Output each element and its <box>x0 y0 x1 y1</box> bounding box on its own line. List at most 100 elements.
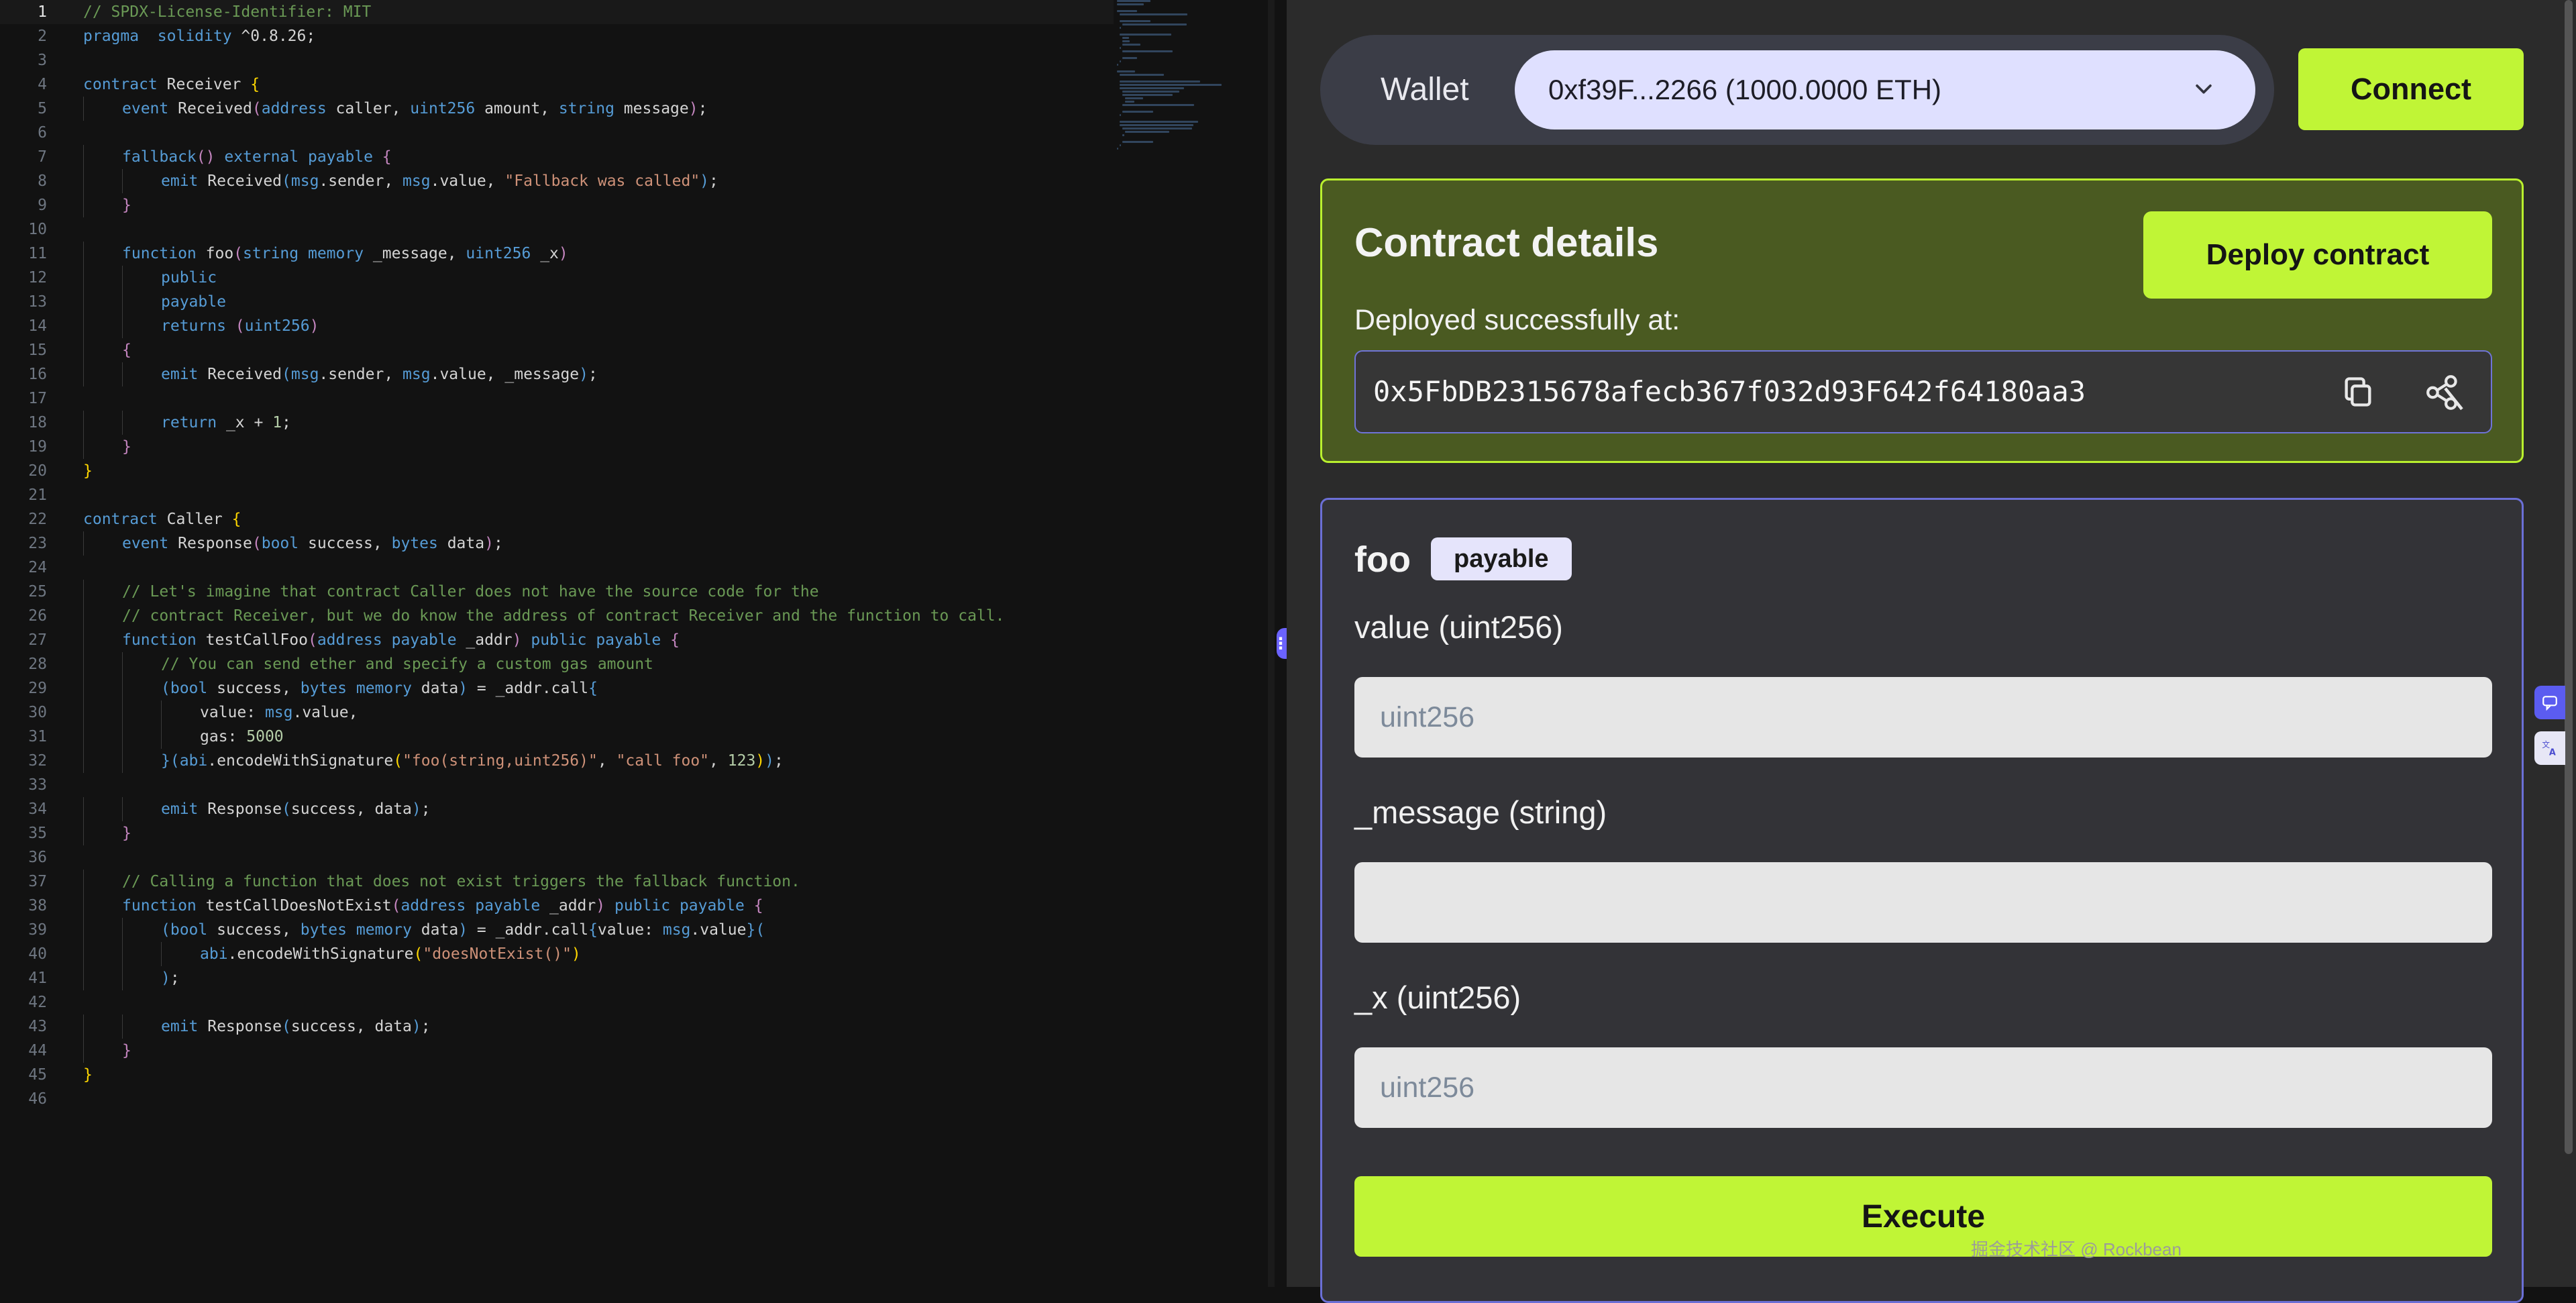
code-line[interactable]: 5 event Received(address caller, uint256 … <box>0 97 1114 121</box>
minimap-line <box>1122 134 1125 136</box>
code-line[interactable]: 12 public <box>0 266 1114 290</box>
code-line[interactable]: 31 gas: 5000 <box>0 725 1114 749</box>
code-line[interactable]: 42 <box>0 990 1114 1014</box>
param-input-x[interactable] <box>1354 1047 2492 1128</box>
code-line[interactable]: 39 (bool success, bytes memory data) = _a… <box>0 918 1114 942</box>
code-line[interactable]: 21 <box>0 483 1114 507</box>
code-token: ) <box>458 921 468 939</box>
code-line[interactable]: 30 value: msg.value, <box>0 700 1114 725</box>
line-number: 12 <box>28 269 47 286</box>
code-text: event Received(address caller, uint256 a… <box>122 97 707 121</box>
code-line[interactable]: 1 // SPDX-License-Identifier: MIT <box>0 0 1114 24</box>
code-line[interactable]: 28 // You can send ether and specify a cu… <box>0 652 1114 676</box>
code-text: emit Received(msg.sender, msg.value, "Fa… <box>161 169 718 193</box>
code-line[interactable]: 32}(abi.encodeWithSignature("foo(string,… <box>0 749 1114 773</box>
minimap-line <box>1122 127 1192 129</box>
code-line[interactable]: 7 fallback() external payable { <box>0 145 1114 169</box>
code-token: ; <box>170 970 180 987</box>
function-name: foo <box>1354 539 1411 580</box>
line-number: 5 <box>38 100 47 117</box>
code-line[interactable]: 15 { <box>0 338 1114 362</box>
copy-icon[interactable] <box>2341 374 2375 409</box>
code-line[interactable]: 11 function foo(string memory _message, u… <box>0 242 1114 266</box>
panel-scrollbar-thumb[interactable] <box>2565 0 2573 1154</box>
param-input-message[interactable] <box>1354 862 2492 943</box>
indent-guide <box>83 942 84 966</box>
code-line[interactable]: 35} <box>0 821 1114 845</box>
code-line[interactable]: 8 emit Received(msg.sender, msg.value, "F… <box>0 169 1114 193</box>
code-line[interactable]: 2 pragma solidity ^0.8.26; <box>0 24 1114 48</box>
indent-guide <box>83 362 84 386</box>
minimap-line <box>1122 104 1195 106</box>
code-line[interactable]: 13 payable <box>0 290 1114 314</box>
execute-button[interactable]: Execute <box>1354 1176 2492 1257</box>
wallet-select[interactable]: 0xf39F...2266 (1000.0000 ETH) <box>1515 50 2255 129</box>
code-line[interactable]: 33 <box>0 773 1114 797</box>
code-line[interactable]: 4 contract Receiver { <box>0 72 1114 97</box>
minimap[interactable] <box>1117 0 1258 150</box>
code-line[interactable]: 40 abi.encodeWithSignature("doesNotExist(… <box>0 942 1114 966</box>
code-line[interactable]: 29 (bool success, bytes memory data) = _a… <box>0 676 1114 700</box>
translate-icon[interactable]: 文A <box>2534 731 2565 765</box>
code-line[interactable]: 37 // Calling a function that does not ex… <box>0 870 1114 894</box>
line-number: 6 <box>38 124 47 142</box>
code-line[interactable]: 45} <box>0 1063 1114 1087</box>
code-line[interactable]: 14 returns (uint256) <box>0 314 1114 338</box>
code-line[interactable]: 17 <box>0 386 1114 411</box>
code-token: event <box>122 535 169 552</box>
extension-chat-icon[interactable] <box>2534 686 2565 719</box>
code-line[interactable]: 43 emit Response(success, data); <box>0 1014 1114 1039</box>
indent-guide <box>122 676 123 700</box>
code-line[interactable]: 46 <box>0 1087 1114 1111</box>
code-line[interactable]: 44} <box>0 1039 1114 1063</box>
contract-panel: Wallet 0xf39F...2266 (1000.0000 ETH) Con… <box>1287 0 2576 1303</box>
connect-button[interactable]: Connect <box>2298 48 2524 130</box>
code-token: data <box>411 921 459 939</box>
code-line[interactable]: 16 emit Received(msg.sender, msg.value, _… <box>0 362 1114 386</box>
indent-guide <box>83 266 84 290</box>
code-line[interactable]: 18 return _x + 1; <box>0 411 1114 435</box>
code-line[interactable]: 22 contract Caller { <box>0 507 1114 531</box>
code-token: ( <box>282 172 291 190</box>
share-off-icon[interactable] <box>2422 373 2465 412</box>
deploy-contract-button[interactable]: Deploy contract <box>2143 211 2492 299</box>
watermark: 掘金技术社区 @ Rockbean <box>1971 1239 2182 1259</box>
param-input-value[interactable] <box>1354 677 2492 758</box>
wallet-selected-account: 0xf39F...2266 (1000.0000 ETH) <box>1548 74 1942 105</box>
code-token: value: <box>200 704 265 721</box>
code-line[interactable]: 34 emit Response(success, data); <box>0 797 1114 821</box>
code-line[interactable]: 36 <box>0 845 1114 870</box>
code-token: ) <box>309 317 319 335</box>
code-line[interactable]: 10 <box>0 217 1114 242</box>
code-line[interactable]: 26 // contract Receiver, but we do know t… <box>0 604 1114 628</box>
deployed-address-field[interactable]: 0x5FbDB2315678afecb367f032d93F642f64180a… <box>1354 350 2492 433</box>
code-line[interactable]: 38 function testCallDoesNotExist(address … <box>0 894 1114 918</box>
code-line[interactable]: 27 function testCallFoo(address payable _… <box>0 628 1114 652</box>
code-line[interactable]: 23 event Response(bool success, bytes dat… <box>0 531 1114 556</box>
line-number: 27 <box>28 631 47 649</box>
code-token: ; <box>282 414 291 431</box>
code-token: msg <box>402 172 431 190</box>
code-text: (bool success, bytes memory data) = _add… <box>161 676 598 700</box>
code-line[interactable]: 20} <box>0 459 1114 483</box>
minimap-line <box>1117 10 1138 12</box>
code-line[interactable]: 3 <box>0 48 1114 72</box>
code-text: // Calling a function that does not exis… <box>122 870 800 894</box>
code-token: ( <box>252 100 262 117</box>
code-line[interactable]: 24 <box>0 556 1114 580</box>
code-token: // contract Receiver, but we do know the… <box>122 607 1005 625</box>
code-line[interactable]: 25 // Let's imagine that contract Caller … <box>0 580 1114 604</box>
code-line[interactable]: 9} <box>0 193 1114 217</box>
param-label-value: value (uint256) <box>1354 609 1563 645</box>
code-token: data <box>437 535 485 552</box>
code-line[interactable]: 41); <box>0 966 1114 990</box>
code-line[interactable]: 6 <box>0 121 1114 145</box>
code-editor[interactable]: 1 // SPDX-License-Identifier: MIT 2 pragma … <box>0 0 1275 1287</box>
payable-badge: payable <box>1431 537 1572 580</box>
code-text: emit Received(msg.sender, msg.value, _me… <box>161 362 598 386</box>
code-text: gas: 5000 <box>200 725 284 749</box>
code-line[interactable]: 19} <box>0 435 1114 459</box>
